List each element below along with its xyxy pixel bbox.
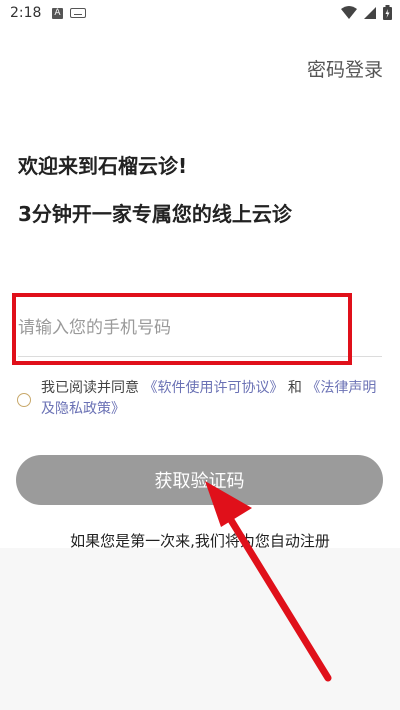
highlight-box [12, 293, 352, 365]
agreement-text: 我已阅读并同意 《软件使用许可协议》 和 《法律声明及隐私政策》 [41, 378, 386, 420]
status-icons [341, 5, 392, 20]
license-agreement-link[interactable]: 《软件使用许可协议》 [143, 380, 283, 396]
keyboard-icon [70, 8, 86, 18]
agreement-prefix: 我已阅读并同意 [41, 380, 139, 396]
signal-icon [364, 6, 376, 19]
agreement-checkbox[interactable] [17, 393, 31, 407]
password-login-link[interactable]: 密码登录 [307, 55, 383, 82]
battery-icon [383, 5, 392, 20]
wifi-icon [341, 5, 357, 19]
get-code-button[interactable]: 获取验证码 [16, 455, 383, 505]
welcome-title: 欢迎来到石榴云诊! [18, 154, 188, 178]
welcome-subtitle: 3分钟开一家专属您的线上云诊 [18, 202, 292, 226]
status-time: 2:18 [10, 5, 42, 21]
auto-register-note: 如果您是第一次来,我们将为您自动注册 [70, 532, 330, 550]
status-bar: 2:18 A [0, 0, 400, 28]
agreement-and: 和 [287, 380, 302, 396]
notification-a-icon: A [52, 8, 63, 19]
bottom-panel [0, 548, 400, 710]
